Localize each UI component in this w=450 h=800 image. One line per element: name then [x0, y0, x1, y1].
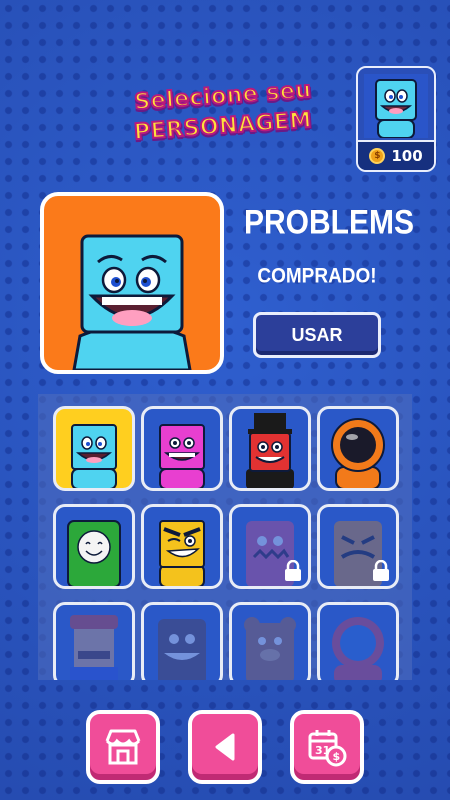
character-portrait [56, 605, 132, 680]
character-portrait [56, 409, 132, 488]
lock-icon [285, 560, 301, 581]
character-slot-red-tophat[interactable] [229, 406, 311, 491]
lock-icon [373, 560, 389, 581]
screen-title: Selecione seu PERSONAGEM [128, 77, 318, 154]
character-slot-yellow-wink[interactable] [141, 504, 223, 589]
use-button[interactable]: USAR [253, 312, 381, 358]
character-slot-dark-grin[interactable] [141, 602, 223, 680]
calendar-coin-icon: 31 $ [308, 730, 347, 767]
back-button[interactable] [188, 710, 262, 784]
character-preview [40, 192, 224, 374]
daily-reward-button[interactable]: 31 $ [290, 710, 364, 784]
character-slot-pink[interactable] [141, 406, 223, 491]
character-portrait [232, 409, 308, 488]
current-avatar-card[interactable]: $ 100 [356, 66, 436, 172]
coin-counter: $ 100 [358, 140, 434, 170]
purchase-status: COMPRADO! [257, 264, 377, 288]
character-slot-astronaut-red[interactable] [317, 602, 399, 680]
character-slot-astronaut-orange[interactable] [317, 406, 399, 491]
store-icon [105, 729, 141, 765]
character-portrait [144, 605, 220, 680]
character-slot-plumber[interactable] [53, 602, 135, 680]
character-grid[interactable] [38, 394, 412, 680]
character-portrait [56, 507, 132, 586]
character-slot-bear[interactable] [229, 602, 311, 680]
coin-icon: $ [369, 148, 386, 164]
character-slot-green-smile[interactable] [53, 504, 135, 589]
character-portrait [144, 507, 220, 586]
character-slot-problems[interactable] [53, 406, 135, 491]
character-portrait [144, 409, 220, 488]
coin-amount: 100 [391, 147, 423, 165]
back-arrow-icon [215, 733, 235, 761]
svg-text:$: $ [333, 750, 341, 763]
character-portrait [320, 409, 396, 488]
character-slot-orange-angry[interactable] [317, 504, 399, 589]
character-portrait [232, 605, 308, 680]
character-portrait [320, 605, 396, 680]
store-button[interactable] [86, 710, 160, 784]
character-name: PROBLEMS [244, 203, 415, 242]
avatar [364, 74, 428, 138]
character-slot-pink-monster[interactable] [229, 504, 311, 589]
